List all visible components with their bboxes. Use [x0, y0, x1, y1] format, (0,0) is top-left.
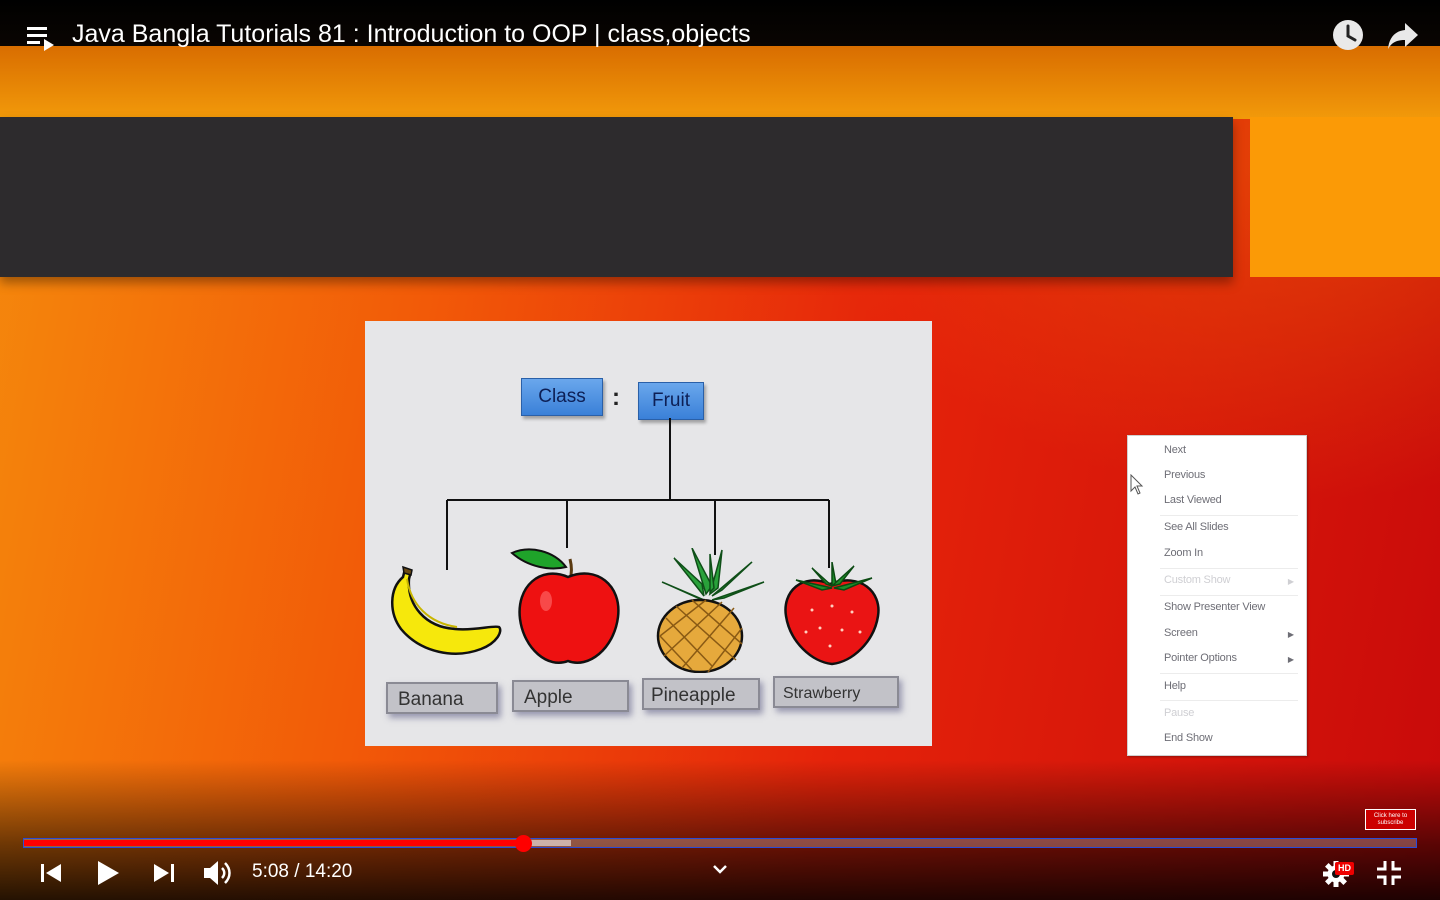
presentation-accent-block [1250, 117, 1440, 277]
branch-line-banana [446, 500, 448, 570]
play-icon[interactable] [95, 859, 121, 887]
share-icon[interactable] [1387, 22, 1419, 50]
fruit-label-pineapple: Pineapple [642, 678, 760, 710]
presentation-header-band [0, 117, 1233, 277]
ctx-item-help: Help [1164, 680, 1186, 692]
banana-icon [391, 565, 502, 655]
branch-line-apple [566, 500, 568, 548]
ctx-item-custom-show: Custom Show [1164, 574, 1231, 586]
ctx-submenu-arrow-icon: ▶ [1287, 630, 1294, 639]
video-title[interactable]: Java Bangla Tutorials 81 : Introduction … [72, 18, 751, 50]
exit-fullscreen-icon[interactable] [1375, 859, 1403, 887]
skip-previous-icon[interactable] [40, 862, 62, 884]
ctx-separator [1160, 673, 1298, 674]
fruit-label-apple: Apple [512, 680, 629, 712]
apple-icon [510, 548, 620, 664]
pineapple-icon [656, 548, 765, 673]
ctx-separator [1160, 515, 1298, 516]
progress-bar[interactable] [23, 838, 1417, 848]
playlist-icon[interactable] [27, 26, 57, 52]
ctx-item-presenter-view: Show Presenter View [1164, 601, 1266, 613]
mouse-cursor-icon [1130, 474, 1144, 495]
tree-trunk-line [669, 418, 671, 500]
fruit-root-label: Fruit [638, 382, 704, 420]
ctx-item-zoom-in: Zoom In [1164, 547, 1203, 559]
video-top-gradient [0, 44, 1440, 119]
skip-next-icon[interactable] [153, 862, 175, 884]
progress-played [24, 840, 523, 846]
class-colon: : [612, 384, 620, 411]
progress-scrubber-handle[interactable] [514, 835, 532, 852]
ctx-item-next: Next [1164, 444, 1186, 456]
ctx-item-pointer-options: Pointer Options [1164, 652, 1237, 664]
fruit-label-banana: Banana [386, 682, 498, 714]
ctx-item-see-all-slides: See All Slides [1164, 521, 1229, 533]
subscribe-overlay-button[interactable]: Click here to subscribe [1365, 809, 1416, 830]
ctx-item-end-show: End Show [1164, 732, 1213, 744]
ctx-item-screen: Screen [1164, 627, 1198, 639]
chevron-down-icon[interactable] [712, 864, 728, 874]
ctx-separator [1160, 700, 1298, 701]
ctx-item-last-viewed: Last Viewed [1164, 494, 1222, 506]
ctx-item-previous: Previous [1164, 469, 1206, 481]
slideshow-context-menu: Next Previous Last Viewed See All Slides… [1127, 435, 1307, 756]
class-label: Class [521, 378, 603, 416]
branch-line-strawberry [828, 500, 830, 568]
ctx-separator [1160, 568, 1298, 569]
ctx-submenu-arrow-icon: ▶ [1287, 655, 1294, 664]
time-display: 5:08 / 14:20 [252, 861, 353, 882]
hd-quality-badge: HD [1335, 862, 1354, 875]
clock-icon[interactable] [1332, 19, 1364, 51]
tree-branch-line [447, 499, 829, 501]
volume-icon[interactable] [202, 858, 234, 888]
strawberry-icon [784, 562, 880, 666]
ctx-item-pause: Pause [1164, 707, 1195, 719]
fruit-label-strawberry: Strawberry [773, 676, 899, 708]
ctx-submenu-arrow-icon: ▶ [1287, 577, 1294, 586]
ctx-separator [1160, 595, 1298, 596]
branch-line-pineapple [714, 500, 716, 555]
